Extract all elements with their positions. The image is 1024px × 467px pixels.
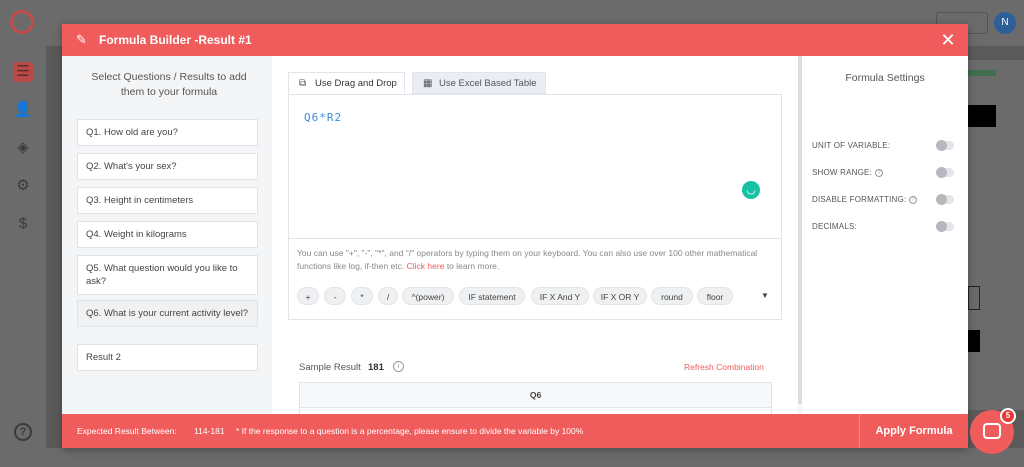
list-item[interactable]: Q5. What question would you like to ask? [77,255,258,295]
expected-result-range: 114-181 [194,426,225,436]
list-item[interactable]: Q3. Height in centimeters [77,187,258,214]
modal-title: Formula Builder -Result #1 [99,33,252,47]
formula-input[interactable]: Q6*R2 ◡ [289,95,781,239]
operator-round-button[interactable]: round [651,287,693,305]
help-text: You can use "+", "-", "*", and "/" opera… [297,247,773,273]
question-icon[interactable]: ? [909,196,918,204]
table-icon: ▦ [423,78,433,89]
settings-heading: Formula Settings [845,72,925,84]
bg-block [968,105,996,127]
setting-label: SHOW RANGE:? [812,167,883,179]
expected-result-label: Expected Result Between: [77,426,177,436]
disable-formatting-toggle[interactable] [936,194,954,205]
app-sidebar: ☰ 👤 ◈ ⚙ $ [0,0,46,467]
modal-header: ✎ Formula Builder -Result #1 ✕ [62,24,968,56]
help-icon[interactable]: ? [14,423,32,441]
operator-divide-button[interactable]: / [378,287,398,305]
list-item[interactable]: Q2. What's your sex? [77,153,258,180]
list-item[interactable]: Q1. How old are you? [77,119,258,146]
user-nav-icon[interactable]: 👤 [13,100,33,120]
operator-if-and-button[interactable]: IF X And Y [531,287,589,305]
setting-label: DISABLE FORMATTING:? [812,194,918,206]
unit-of-variable-toggle[interactable] [936,140,954,151]
list-item[interactable]: Q4. Weight in kilograms [77,221,258,248]
setting-unit-of-variable: UNIT OF VARIABLE: [812,140,962,152]
table-header: Q6 [300,383,771,408]
apply-formula-button[interactable]: Apply Formula [860,414,968,448]
operator-multiply-button[interactable]: * [351,287,373,305]
bg-block [968,286,980,310]
logo-icon[interactable] [10,10,34,34]
tab-excel-table[interactable]: ▦ Use Excel Based Table [412,72,546,94]
tab-label: Use Drag and Drop [315,78,397,89]
formula-editor-panel: ⧉ Use Drag and Drop ▦ Use Excel Based Ta… [272,56,798,434]
setting-label: UNIT OF VARIABLE: [812,141,891,150]
notification-badge: 5 [1000,408,1016,424]
operator-power-button[interactable]: ^(power) [402,287,454,305]
formula-settings-panel: Formula Settings UNIT OF VARIABLE: SHOW … [802,56,968,414]
operator-if-or-button[interactable]: IF X OR Y [593,287,647,305]
close-icon[interactable]: ✕ [940,30,956,50]
setting-decimals: DECIMALS: [812,221,962,233]
formula-box: Q6*R2 ◡ You can use "+", "-", "*", and "… [288,94,782,320]
sample-result-label: Sample Result [299,362,361,373]
drag-drop-icon: ⧉ [299,78,307,89]
formula-text: Q6*R2 [304,111,343,124]
question-list-heading: Select Questions / Results to add them t… [91,71,247,98]
operator-minus-button[interactable]: - [324,287,346,305]
edit-note-icon: ✎ [76,32,87,47]
setting-show-range: SHOW RANGE:? [812,167,962,179]
avatar[interactable]: N [994,12,1016,34]
help-text-body: You can use "+", "-", "*", and "/" opera… [297,248,758,271]
chevron-down-icon[interactable]: ▼ [761,291,769,300]
setting-label-text: DISABLE FORMATTING: [812,195,907,204]
bg-block [968,330,980,352]
question-icon[interactable]: ? [874,169,883,177]
chat-launcher-button[interactable]: 5 [970,408,1016,454]
billing-nav-icon[interactable]: $ [13,214,33,234]
show-range-toggle[interactable] [936,167,954,178]
sample-result-value: 181 [368,362,384,373]
grammarly-icon[interactable]: ◡ [742,181,760,199]
list-item[interactable]: Q6. What is your current activity level? [77,300,258,327]
refresh-combination-link[interactable]: Refresh Combination [684,362,764,372]
settings-nav-icon[interactable]: ⚙ [13,176,33,196]
percentage-note: * If the response to a question is a per… [236,426,584,436]
modal-footer: Expected Result Between: 114-181 * If th… [62,414,968,448]
help-text-suffix: to learn more. [446,261,500,271]
operator-row: + - * / ^(power) IF statement IF X And Y… [297,287,773,305]
setting-disable-formatting: DISABLE FORMATTING:? [812,194,962,206]
operator-floor-button[interactable]: floor [697,287,733,305]
tab-drag-and-drop[interactable]: ⧉ Use Drag and Drop [288,72,405,94]
formula-builder-modal: ✎ Formula Builder -Result #1 ✕ Select Qu… [62,24,968,448]
setting-label-text: SHOW RANGE: [812,168,872,177]
app-bottom [46,448,1024,467]
operator-plus-button[interactable]: + [297,287,319,305]
bg-green-bar [968,70,996,76]
operator-if-button[interactable]: IF statement [459,287,525,305]
chat-icon [983,423,1001,439]
help-link[interactable]: Click here [407,261,445,271]
builder-nav-icon[interactable]: ☰ [13,62,33,82]
paint-nav-icon[interactable]: ◈ [13,138,33,158]
info-icon[interactable]: i [393,361,404,372]
decimals-toggle[interactable] [936,221,954,232]
list-item[interactable]: Result 2 [77,344,258,371]
question-list-panel: Select Questions / Results to add them t… [62,56,272,414]
tab-label: Use Excel Based Table [439,78,537,89]
app-right-area [968,60,1024,410]
setting-label: DECIMALS: [812,222,857,231]
